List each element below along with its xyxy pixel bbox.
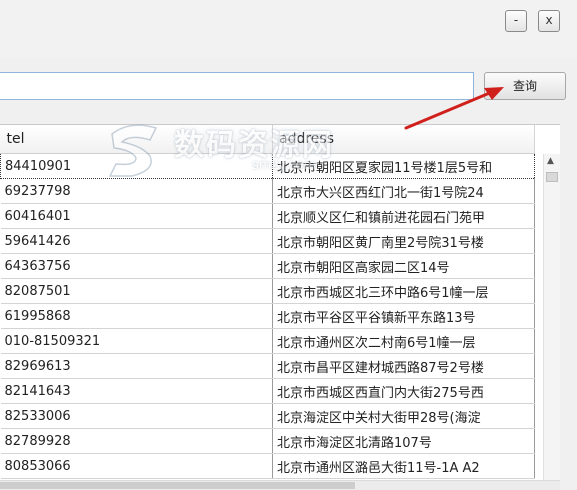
cell-tel[interactable]: 60416401 — [0, 203, 273, 229]
horizontal-scroll-thumb[interactable] — [0, 482, 355, 489]
cell-tel[interactable]: 64363756 — [0, 253, 273, 279]
close-button[interactable]: x — [538, 10, 560, 32]
results-table[interactable]: tel address 84410901 北京市朝阳区夏家园11号楼1层5号和 69… — [0, 124, 560, 481]
cell-address[interactable]: 北京市通州区潞邑大街11号-1A A2 — [272, 453, 535, 479]
scroll-up-icon[interactable]: ▲ — [547, 156, 554, 166]
search-input[interactable] — [0, 72, 474, 100]
cell-address[interactable]: 北京市西城区西直门内大街275号西 — [272, 378, 535, 404]
cell-address[interactable]: 北京海淀区中关村大街甲28号(海淀 — [272, 403, 535, 429]
table-row[interactable]: 64363756 北京市朝阳区高家园二区14号 — [0, 253, 535, 279]
cell-address[interactable]: 北京市昌平区建材城西路87号2号楼 — [272, 353, 535, 379]
cell-tel[interactable]: 82087501 — [0, 278, 273, 304]
cell-address[interactable]: 北京市朝阳区黄厂南里2号院31号楼 — [272, 228, 535, 254]
column-header-tel[interactable]: tel — [0, 125, 273, 154]
cell-address[interactable]: 北京市西城区北三环中路6号1幢一层 — [272, 278, 535, 304]
cell-tel[interactable]: 82141643 — [0, 378, 273, 404]
cell-tel[interactable]: 84410901 — [0, 153, 273, 179]
table-row[interactable]: 82141643 北京市西城区西直门内大街275号西 — [0, 378, 535, 404]
query-button[interactable]: 查询 — [484, 72, 566, 100]
vertical-scroll-thumb[interactable] — [546, 172, 558, 182]
table-row[interactable]: 69237798 北京市大兴区西红门北一街1号院24 — [0, 178, 535, 204]
cell-address[interactable]: 北京市海淀区北清路107号 — [272, 428, 535, 454]
cell-tel[interactable]: 82789928 — [0, 428, 273, 454]
table-row[interactable]: 80853066 北京市通州区潞邑大街11号-1A A2 — [0, 453, 535, 479]
horizontal-scrollbar[interactable] — [0, 480, 560, 490]
cell-tel[interactable]: 80853066 — [0, 453, 273, 479]
cell-address[interactable]: 北京市朝阳区高家园二区14号 — [272, 253, 535, 279]
table-row[interactable]: 82969613 北京市昌平区建材城西路87号2号楼 — [0, 353, 535, 379]
table-row[interactable]: 60416401 北京顺义区仁和镇前进花园石门苑甲 — [0, 203, 535, 229]
cell-tel[interactable]: 82533006 — [0, 403, 273, 429]
title-bar: - x — [0, 0, 577, 58]
cell-address[interactable]: 北京市通州区次二村南6号1幢一层 — [272, 328, 535, 354]
vertical-scrollbar[interactable]: ▲ — [543, 154, 560, 480]
table-row[interactable]: 82087501 北京市西城区北三环中路6号1幢一层 — [0, 278, 535, 304]
cell-address[interactable]: 北京市平谷区平谷镇新平东路13号 — [272, 303, 535, 329]
table-row[interactable]: 82789928 北京市海淀区北清路107号 — [0, 428, 535, 454]
cell-tel[interactable]: 59641426 — [0, 228, 273, 254]
table-row[interactable]: 010-81509321 北京市通州区次二村南6号1幢一层 — [0, 328, 535, 354]
cell-tel[interactable]: 69237798 — [0, 178, 273, 204]
cell-tel[interactable]: 61995868 — [0, 303, 273, 329]
table-row[interactable]: 82533006 北京海淀区中关村大街甲28号(海淀 — [0, 403, 535, 429]
cell-address[interactable]: 北京顺义区仁和镇前进花园石门苑甲 — [272, 203, 535, 229]
cell-tel[interactable]: 010-81509321 — [0, 328, 273, 354]
table-row[interactable]: 59641426 北京市朝阳区黄厂南里2号院31号楼 — [0, 228, 535, 254]
table-row[interactable]: 61995868 北京市平谷区平谷镇新平东路13号 — [0, 303, 535, 329]
minimize-button[interactable]: - — [505, 10, 527, 32]
table-header-row: tel address — [0, 125, 535, 154]
column-header-address[interactable]: address — [272, 125, 535, 154]
cell-address[interactable]: 北京市朝阳区夏家园11号楼1层5号和 — [272, 153, 535, 179]
cell-address[interactable]: 北京市大兴区西红门北一街1号院24 — [272, 178, 535, 204]
table-row[interactable]: 84410901 北京市朝阳区夏家园11号楼1层5号和 — [0, 153, 535, 179]
cell-tel[interactable]: 82969613 — [0, 353, 273, 379]
